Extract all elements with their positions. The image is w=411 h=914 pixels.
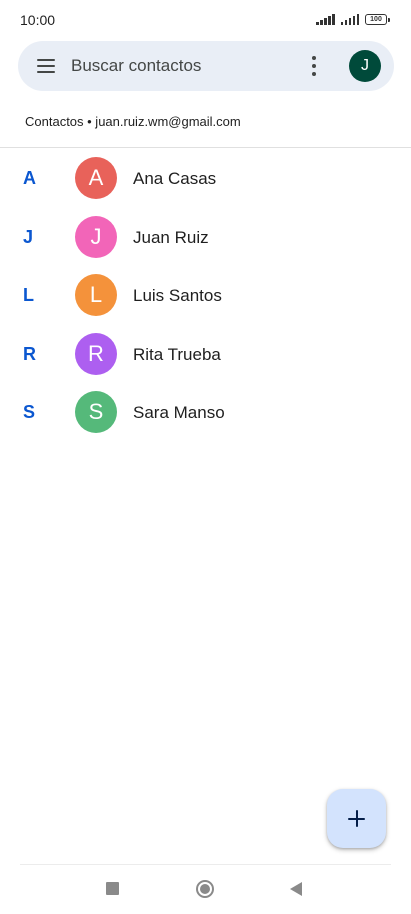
contact-row[interactable]: J J Juan Ruiz [0,208,411,267]
contact-row[interactable]: S S Sara Manso [0,383,411,442]
signal-icon [340,13,359,25]
contact-name: Juan Ruiz [133,227,209,247]
account-avatar[interactable]: J [349,50,381,82]
back-icon[interactable] [290,882,302,896]
contact-avatar: J [75,215,117,258]
contact-name: Ana Casas [133,169,217,188]
section-letter: R [23,343,36,364]
status-bar: 10:00 100 [0,0,411,40]
battery-icon: 100 [365,14,390,25]
search-input[interactable]: Buscar contactos [71,56,201,76]
home-icon[interactable] [196,880,214,898]
signal-icon [316,13,335,25]
contact-name: Rita Trueba [133,344,221,364]
section-letter: J [23,226,34,247]
contact-row[interactable]: R R Rita Trueba [0,325,411,384]
navigation-bar [0,865,411,914]
recents-icon[interactable] [106,882,119,895]
status-time: 10:00 [20,12,56,28]
contact-avatar: A [75,157,117,199]
contact-list: A A Ana Casas J J Juan Ruiz L L Luis San… [0,149,411,442]
status-icons: 100 [316,13,390,25]
contact-name: Sara Manso [133,403,225,423]
contact-row[interactable]: L L Luis Santos [0,266,411,325]
contact-avatar: R [75,332,117,375]
menu-icon[interactable] [35,57,57,75]
search-bar[interactable]: Buscar contactos J [18,41,394,91]
contact-name: Luis Santos [133,286,222,306]
contact-row[interactable]: A A Ana Casas [0,149,411,208]
add-contact-button[interactable] [327,789,386,848]
contact-avatar: L [75,274,117,317]
account-label: Contactos • juan.ruiz.wm@gmail.com [25,114,241,129]
section-letter: S [23,402,36,423]
more-vert-icon[interactable] [302,54,326,78]
battery-level: 100 [370,16,382,23]
contact-avatar: S [75,391,117,434]
divider [0,147,411,148]
section-letter: L [23,285,34,306]
section-letter: A [23,168,36,188]
